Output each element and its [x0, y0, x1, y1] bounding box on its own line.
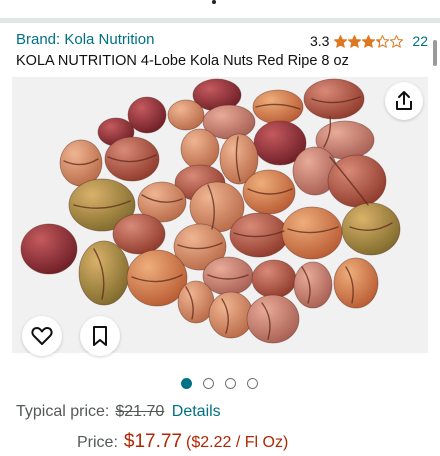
kola-nuts-photo — [12, 77, 428, 353]
carousel-dot[interactable] — [181, 378, 192, 389]
product-title: KOLA NUTRITION 4-Lobe Kola Nuts Red Ripe… — [16, 53, 349, 69]
share-button[interactable] — [385, 82, 423, 120]
star-icon — [376, 34, 390, 48]
brand-link[interactable]: Brand: Kola Nutrition — [16, 31, 154, 48]
product-image[interactable] — [12, 77, 428, 353]
save-for-later-button[interactable] — [80, 316, 120, 356]
rating-summary[interactable]: 3.3 22 — [310, 33, 428, 49]
star-icon — [362, 34, 376, 48]
status-dot — [212, 0, 216, 4]
typical-price-row: Typical price: $21.70 Details — [16, 403, 221, 421]
share-icon — [396, 91, 412, 110]
price-value: $17.77 — [123, 431, 183, 452]
image-carousel-indicator — [181, 378, 269, 389]
star-icon — [390, 34, 404, 48]
bookmark-icon — [93, 326, 107, 346]
typical-price-label: Typical price: — [16, 403, 110, 420]
review-count[interactable]: 22 — [412, 33, 428, 49]
carousel-dot[interactable] — [203, 378, 214, 389]
carousel-dot[interactable] — [247, 378, 258, 389]
add-to-wishlist-button[interactable] — [22, 316, 62, 356]
star-icon — [334, 34, 348, 48]
star-rating — [334, 34, 404, 48]
section-divider — [0, 18, 440, 23]
star-icon — [348, 34, 362, 48]
typical-price-value: $21.70 — [115, 403, 165, 420]
product-page: Brand: Kola Nutrition 3.3 22 KOLA NUTRIT… — [0, 0, 440, 456]
price-label: Price: — [77, 434, 118, 451]
price-details-link[interactable]: Details — [172, 403, 221, 420]
price-row: Price: $17.77 ($2.22 / Fl Oz) — [77, 431, 288, 453]
scrollbar[interactable] — [433, 40, 437, 66]
brand-rating-row: Brand: Kola Nutrition 3.3 22 — [16, 30, 428, 52]
carousel-dot[interactable] — [225, 378, 236, 389]
heart-icon — [31, 327, 53, 345]
unit-price: ($2.22 / Fl Oz) — [186, 434, 289, 451]
rating-value: 3.3 — [309, 33, 330, 49]
